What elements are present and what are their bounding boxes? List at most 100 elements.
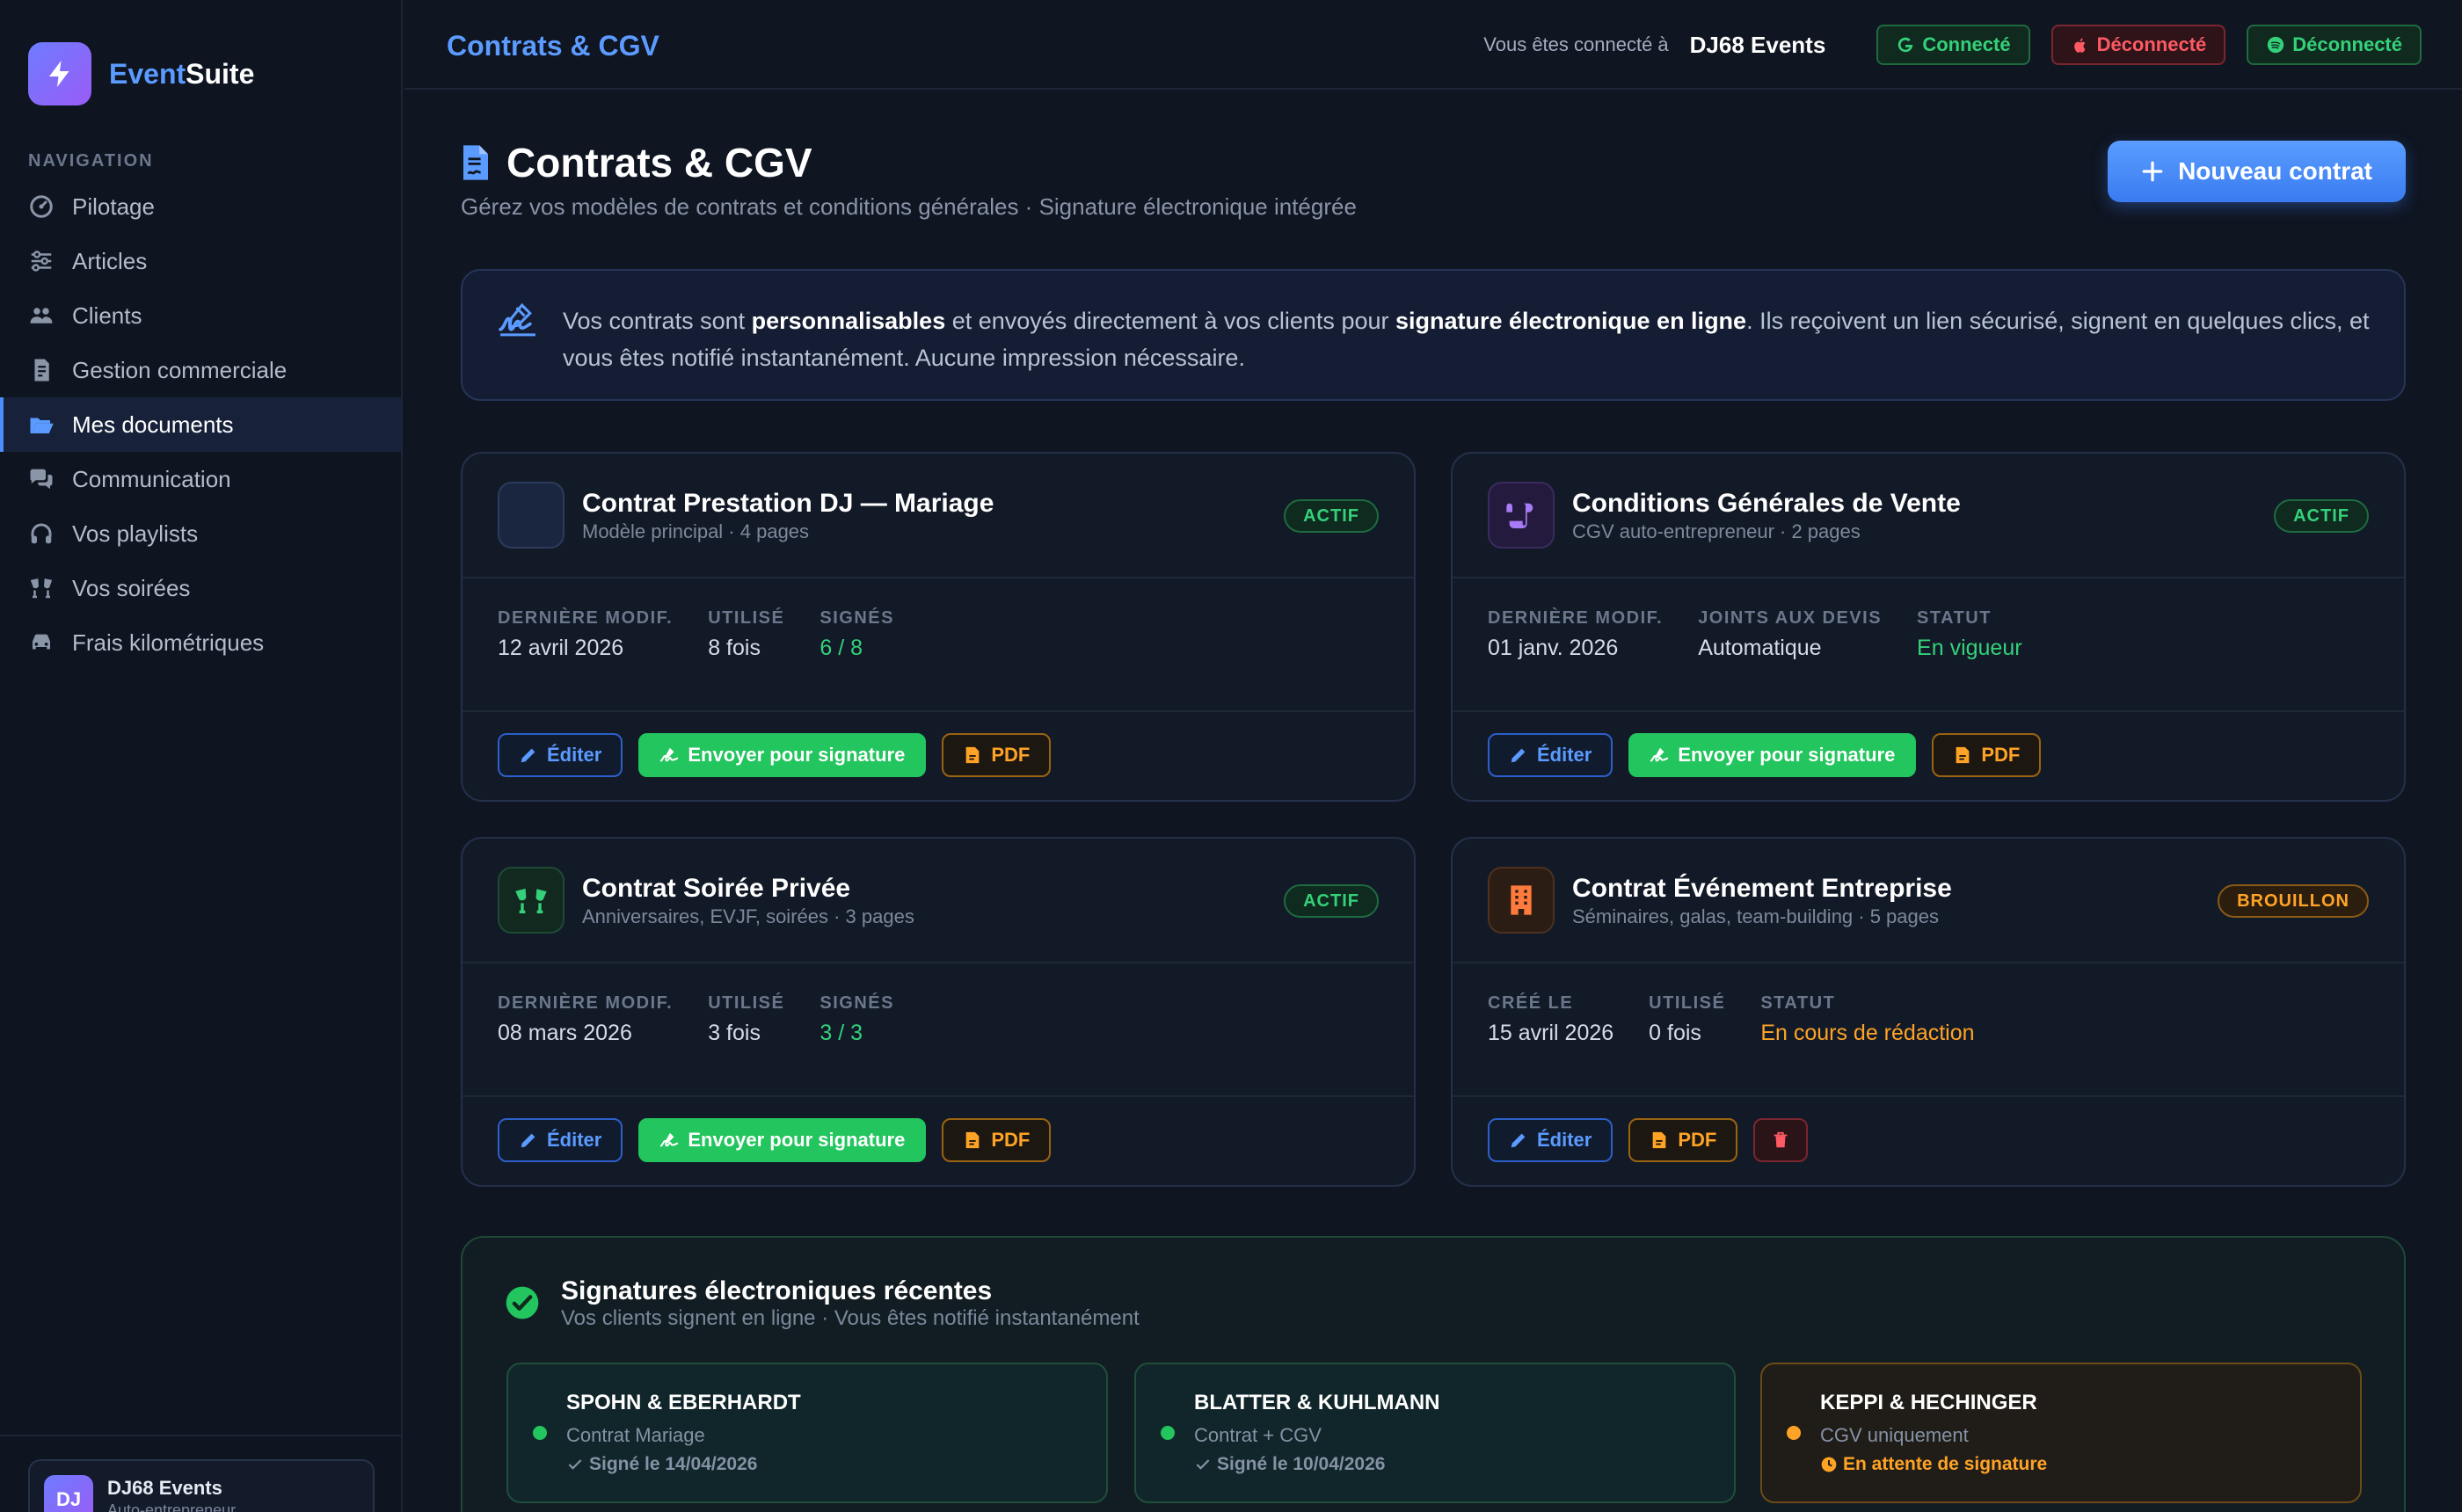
stat-label: CRÉÉ LE bbox=[1488, 993, 1574, 1013]
stat-value: 8 fois bbox=[708, 636, 761, 660]
stat-value: 3 / 3 bbox=[819, 1021, 863, 1045]
stat-label: UTILISÉ bbox=[1649, 993, 1726, 1013]
card-actions: Éditer Envoyer pour signature PDF bbox=[498, 1118, 1067, 1162]
info-banner: Vos contrats sont personnalisables et en… bbox=[461, 269, 2406, 401]
status-dot bbox=[1161, 1426, 1175, 1440]
card-stats: CRÉÉ LE 15 avril 2026 UTILISÉ 0 fois STATU… bbox=[1488, 993, 2010, 1046]
file-pdf-icon bbox=[1956, 746, 1970, 764]
contract-card: Conditions Générales de Vente CGV auto-e… bbox=[1451, 452, 2406, 802]
edit-button[interactable]: Éditer bbox=[1488, 733, 1613, 777]
divider bbox=[463, 1095, 1414, 1097]
spotify-status-pill[interactable]: Déconnecté bbox=[2247, 25, 2422, 65]
card-subtitle: Anniversaires, EVJF, soirées · 3 pages bbox=[582, 905, 914, 927]
stat-value: 0 fois bbox=[1649, 1021, 1701, 1045]
sidebar-item-gestion-commerciale[interactable]: Gestion commerciale bbox=[0, 343, 401, 397]
send-signature-button[interactable]: Envoyer pour signature bbox=[638, 733, 927, 777]
client-name: BLATTER & KUHLMANN bbox=[1194, 1391, 1440, 1414]
card-subtitle: Modèle principal · 4 pages bbox=[582, 520, 810, 542]
sidebar-item-pilotage[interactable]: Pilotage bbox=[0, 179, 401, 234]
stat-label: UTILISÉ bbox=[708, 608, 785, 628]
sidebar-item-label: Vos playlists bbox=[72, 520, 199, 547]
building-icon bbox=[1488, 867, 1555, 934]
sidebar-item-vos-playlists[interactable]: Vos playlists bbox=[0, 506, 401, 561]
scroll-icon bbox=[1488, 482, 1555, 549]
divider bbox=[1453, 962, 2404, 963]
stat-label: STATUT bbox=[1917, 608, 1992, 628]
pdf-button[interactable]: PDF bbox=[942, 1118, 1052, 1162]
pencil-icon bbox=[521, 1133, 535, 1148]
signatures-title: Signatures électroniques récentes bbox=[561, 1276, 993, 1305]
send-signature-button[interactable]: Envoyer pour signature bbox=[1628, 733, 1917, 777]
pill-label: Connecté bbox=[1922, 33, 2011, 55]
file-pdf-icon bbox=[1653, 1131, 1666, 1149]
stat-value: Automatique bbox=[1698, 636, 1822, 660]
car-icon bbox=[33, 634, 50, 650]
sidebar-item-label: Articles bbox=[72, 247, 148, 274]
contract-card: Contrat Soirée Privée Anniversaires, EVJ… bbox=[461, 837, 1416, 1187]
stat-value: 08 mars 2026 bbox=[498, 1021, 632, 1045]
users-icon bbox=[30, 308, 53, 323]
spotify-icon bbox=[2268, 36, 2284, 54]
pill-label: Déconnecté bbox=[2096, 33, 2207, 55]
topbar-right: Vous êtes connecté à DJ68 Events Connect… bbox=[1483, 25, 2422, 65]
sidebar-item-clients[interactable]: Clients bbox=[0, 288, 401, 343]
sidebar-item-communication[interactable]: Communication bbox=[0, 452, 401, 506]
signature-icon bbox=[660, 1132, 679, 1147]
user-card[interactable]: DJ DJ68 Events Auto-entrepreneur bbox=[28, 1459, 375, 1512]
folder-open-icon bbox=[30, 418, 54, 433]
sidebar-item-mes-documents[interactable]: Mes documents bbox=[0, 397, 401, 452]
stat-label: STATUT bbox=[1760, 993, 1836, 1013]
status-badge: ACTIF bbox=[2274, 499, 2369, 533]
pencil-icon bbox=[1511, 748, 1526, 763]
pdf-button[interactable]: PDF bbox=[1932, 733, 2042, 777]
stat-value: 01 janv. 2026 bbox=[1488, 636, 1619, 660]
check-circle-icon bbox=[506, 1286, 539, 1319]
new-contract-button[interactable]: Nouveau contrat bbox=[2108, 141, 2406, 202]
client-name: SPOHN & EBERHARDT bbox=[566, 1391, 801, 1414]
check-icon bbox=[568, 1459, 582, 1470]
signature-item[interactable]: SPOHN & EBERHARDT Contrat Mariage Signé … bbox=[506, 1363, 1108, 1503]
page-title: Contrats & CGV bbox=[461, 139, 812, 186]
sidebar-item-vos-soirees[interactable]: Vos soirées bbox=[0, 561, 401, 615]
document-name: Contrat + CGV bbox=[1194, 1424, 1322, 1446]
info-text: Vos contrats sont personnalisables et en… bbox=[563, 308, 2370, 371]
avatar: DJ bbox=[44, 1475, 93, 1512]
stat-label: DERNIÈRE MODIF. bbox=[498, 993, 674, 1013]
card-title: Contrat Prestation DJ — Mariage bbox=[582, 489, 994, 518]
signature-item[interactable]: KEPPI & HECHINGER CGV uniquement En atte… bbox=[1760, 1363, 2362, 1503]
stat-label: JOINTS AUX DEVIS bbox=[1698, 608, 1883, 628]
topbar: Contrats & CGV Vous êtes connecté à DJ68… bbox=[404, 0, 2462, 90]
card-actions: Éditer PDF bbox=[1488, 1118, 1824, 1162]
user-role: Auto-entrepreneur bbox=[107, 1501, 237, 1512]
edit-button[interactable]: Éditer bbox=[498, 1118, 623, 1162]
pill-label: Déconnecté bbox=[2292, 33, 2402, 55]
google-status-pill[interactable]: Connecté bbox=[1876, 25, 2030, 65]
delete-button[interactable] bbox=[1753, 1118, 1809, 1162]
apple-status-pill[interactable]: Déconnecté bbox=[2050, 25, 2226, 65]
edit-button[interactable]: Éditer bbox=[498, 733, 623, 777]
app-logo[interactable]: EventSuite bbox=[28, 42, 254, 105]
signatures-panel: Signatures électroniques récentes Vos cl… bbox=[461, 1236, 2406, 1512]
pdf-button[interactable]: PDF bbox=[942, 733, 1052, 777]
sidebar-item-label: Gestion commerciale bbox=[72, 356, 288, 383]
status-badge: BROUILLON bbox=[2218, 884, 2369, 918]
send-signature-button[interactable]: Envoyer pour signature bbox=[638, 1118, 927, 1162]
signature-item[interactable]: BLATTER & KUHLMANN Contrat + CGV Signé l… bbox=[1134, 1363, 1736, 1503]
edit-button[interactable]: Éditer bbox=[1488, 1118, 1613, 1162]
app-name: EventSuite bbox=[109, 57, 255, 90]
contract-card: Contrat Événement Entreprise Séminaires,… bbox=[1451, 837, 2406, 1187]
google-icon bbox=[1898, 37, 1913, 53]
sidebar: EventSuite NAVIGATION Pilotage Articles … bbox=[0, 0, 403, 1512]
stat-label: SIGNÉS bbox=[819, 608, 894, 628]
clock-icon bbox=[1821, 1457, 1837, 1472]
file-contract-icon bbox=[463, 145, 488, 180]
plus-icon bbox=[2142, 161, 2163, 182]
pdf-button[interactable]: PDF bbox=[1628, 1118, 1738, 1162]
connected-text: Vous êtes connecté à bbox=[1483, 33, 1669, 55]
card-title: Contrat Soirée Privée bbox=[582, 874, 851, 903]
glasses-cheers-icon bbox=[498, 867, 565, 934]
sidebar-item-articles[interactable]: Articles bbox=[0, 234, 401, 288]
signature-status: En attente de signature bbox=[1820, 1454, 2047, 1475]
sidebar-item-frais-kilometriques[interactable]: Frais kilométriques bbox=[0, 615, 401, 670]
glasses-cheers-icon bbox=[30, 578, 53, 599]
